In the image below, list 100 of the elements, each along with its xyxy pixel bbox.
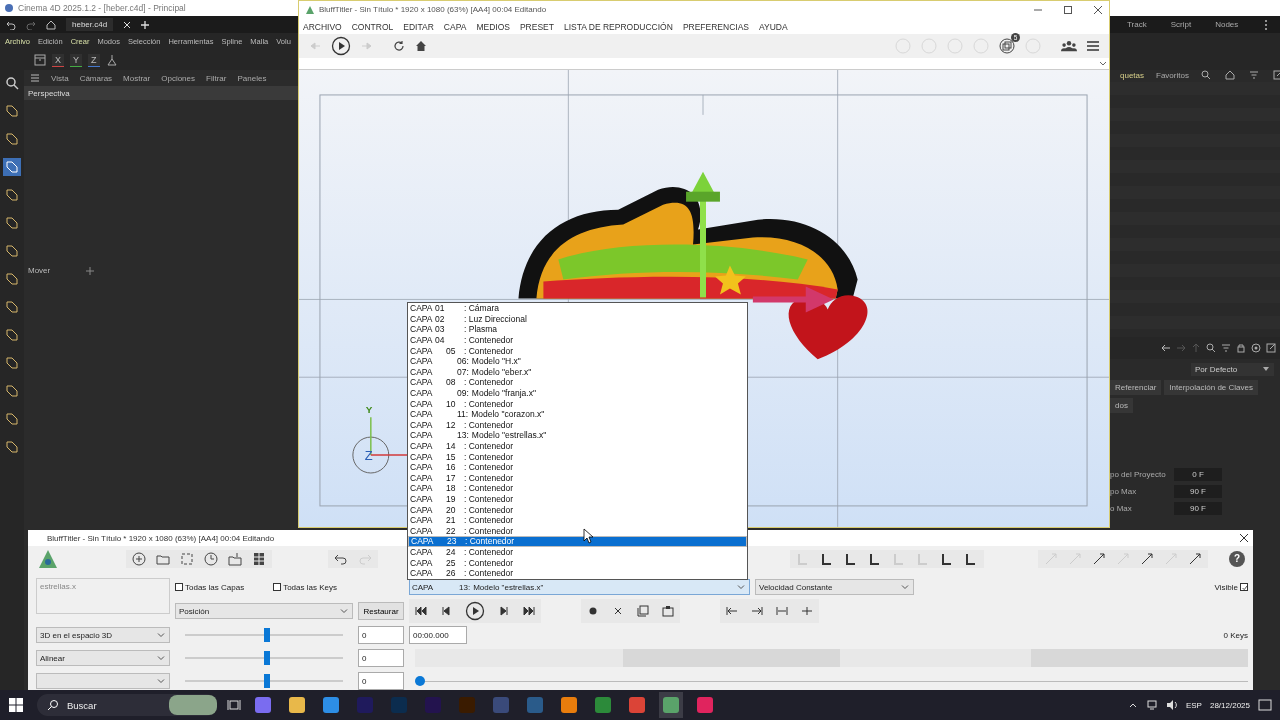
redo-icon[interactable]	[26, 19, 36, 30]
layer-option[interactable]: CAPA 10 : Contenedor	[408, 398, 747, 409]
help-button[interactable]: ?	[1229, 550, 1245, 567]
layout-tab[interactable]: Script	[1170, 20, 1192, 29]
checkbox[interactable]: Todas las Keys	[273, 582, 337, 592]
mode-dropdown[interactable]: 3D en el espacio 3D	[36, 627, 170, 643]
playhead-handle[interactable]	[415, 675, 425, 686]
value-field[interactable]: 0	[358, 649, 404, 667]
slider-thumb[interactable]	[264, 674, 271, 688]
delete-icon[interactable]	[612, 605, 624, 617]
play-icon[interactable]	[465, 601, 485, 621]
resize-tool-icon[interactable]	[1092, 551, 1106, 566]
search-icon[interactable]	[3, 74, 21, 92]
expand-icon[interactable]	[1266, 343, 1276, 353]
menu-item[interactable]: CAPA	[443, 21, 467, 32]
layer-option[interactable]: CAPA 06: Modelo "H.x"	[408, 355, 747, 367]
resize-tool-icon[interactable]	[1140, 551, 1154, 566]
key-tool-icon[interactable]	[844, 551, 858, 566]
menu-item[interactable]: PRESET	[519, 21, 554, 32]
task-view-icon[interactable]	[227, 698, 241, 712]
key-tool-icon[interactable]	[820, 551, 834, 566]
hierarchy-icon[interactable]	[105, 54, 118, 66]
browser-tab[interactable]: Favoritos	[1156, 70, 1189, 80]
language-indicator[interactable]: ESP	[1185, 700, 1202, 710]
notification-icon[interactable]	[1258, 698, 1272, 712]
layer-option[interactable]: CAPA 23 : Contenedor	[408, 536, 747, 547]
search-field[interactable]: Buscar	[37, 694, 217, 716]
frame-field[interactable]: 90 F	[1174, 502, 1222, 515]
time-field[interactable]: 00:00.000	[409, 626, 467, 644]
add-tab-icon[interactable]	[141, 20, 150, 29]
layer-option[interactable]: CAPA 16 : Contenedor	[408, 461, 747, 473]
axis-button[interactable]: X	[52, 53, 64, 67]
axis-button[interactable]: Z	[88, 53, 100, 67]
layer-option[interactable]: CAPA 08 : Contenedor	[408, 377, 747, 388]
layer-option[interactable]: CAPA 20 : Contenedor	[408, 504, 747, 515]
search-icon[interactable]	[1200, 70, 1211, 80]
layers-icon[interactable]	[999, 38, 1015, 55]
menu-icon[interactable]	[1087, 40, 1099, 53]
restore-button[interactable]: Restaurar	[358, 602, 404, 620]
copy-icon[interactable]	[637, 605, 649, 617]
frame-field[interactable]: 0 F	[1174, 468, 1222, 481]
layer-option[interactable]: CAPA 01 : Cámara	[408, 303, 747, 314]
frame-field[interactable]: 90 F	[1174, 485, 1222, 498]
step-back-icon[interactable]	[440, 605, 452, 617]
skip-end-icon[interactable]	[523, 605, 535, 617]
tab-button[interactable]: dos	[1110, 398, 1133, 413]
layer-option[interactable]: CAPA 05 : Contenedor	[408, 345, 747, 356]
undo-icon[interactable]	[6, 19, 16, 30]
layer-option[interactable]: CAPA 07: Modelo "eber.x"	[408, 366, 747, 378]
step-forward-icon[interactable]	[498, 605, 510, 617]
key-tool-icon[interactable]	[964, 551, 978, 566]
menu-item[interactable]: AYUDA	[759, 21, 788, 32]
slider-thumb[interactable]	[264, 628, 271, 642]
start-icon[interactable]	[9, 698, 23, 712]
import-folder-icon[interactable]	[228, 551, 242, 566]
tab-button[interactable]: Interpolación de Claves	[1164, 380, 1258, 395]
resize-tool-icon[interactable]	[1188, 551, 1202, 566]
mode-dropdown[interactable]: Alinear	[36, 650, 170, 666]
more-icon[interactable]	[1264, 18, 1268, 31]
layer-option[interactable]: CAPA 18 : Contenedor	[408, 483, 747, 494]
skip-start-icon[interactable]	[415, 605, 427, 617]
layer-option[interactable]: CAPA 21 : Contenedor	[408, 514, 747, 526]
record-icon[interactable]	[587, 605, 599, 617]
layer-option[interactable]: CAPA 03 : Plasma	[408, 324, 747, 335]
viewport-menu-item[interactable]: Cámaras	[79, 73, 113, 83]
filter-icon[interactable]	[1221, 343, 1231, 353]
layer-option[interactable]: CAPA 22 : Contenedor	[408, 525, 747, 537]
layer-option[interactable]: CAPA 11: Modelo "corazon.x"	[408, 408, 747, 420]
align-end-icon[interactable]	[751, 605, 763, 617]
home-icon[interactable]	[1224, 70, 1235, 80]
tab-button[interactable]: Referenciar	[1110, 380, 1162, 395]
layer-option[interactable]: CAPA 04 : Contenedor	[408, 334, 747, 346]
viewport-menu-item[interactable]: Opciones	[161, 73, 195, 83]
back-arrow-icon[interactable]	[1161, 343, 1171, 353]
menu-item[interactable]: ARCHIVO	[303, 21, 342, 32]
menu-item[interactable]: EDITAR	[403, 21, 434, 32]
key-tool-icon[interactable]	[940, 551, 954, 566]
chevron-down-icon[interactable]	[1099, 59, 1107, 68]
layer-option[interactable]: CAPA 02 : Luz Direccional	[408, 313, 747, 325]
search-icon[interactable]	[1206, 343, 1216, 353]
slider-thumb[interactable]	[264, 651, 271, 665]
close-icon[interactable]	[1239, 533, 1249, 544]
layer-option[interactable]: CAPA 26 : Contenedor	[408, 567, 747, 579]
date-label[interactable]: 28/12/2025	[1209, 700, 1250, 710]
interpolation-dropdown[interactable]: Velocidad Constante	[755, 579, 914, 595]
preset-dropdown[interactable]: Por Defecto	[1191, 363, 1274, 376]
lock-icon[interactable]	[1236, 343, 1246, 353]
clock-icon[interactable]	[204, 551, 218, 566]
filter-icon[interactable]	[1248, 70, 1259, 80]
play-icon[interactable]	[331, 36, 351, 57]
layer-option[interactable]: CAPA 25 : Contenedor	[408, 557, 747, 568]
value-field[interactable]: 0	[358, 626, 404, 644]
menu-item[interactable]: LISTA DE REPRODUCCIÓN	[563, 21, 673, 32]
menu-item[interactable]: PREFERENCIAS	[682, 21, 749, 32]
archive-icon[interactable]	[34, 54, 46, 66]
spread-icon[interactable]	[776, 605, 788, 617]
layer-option[interactable]: CAPA 19 : Contenedor	[408, 493, 747, 505]
layer-option[interactable]: CAPA 14 : Contenedor	[408, 440, 747, 452]
center-icon[interactable]	[801, 605, 813, 617]
add-circle-icon[interactable]	[132, 551, 146, 566]
